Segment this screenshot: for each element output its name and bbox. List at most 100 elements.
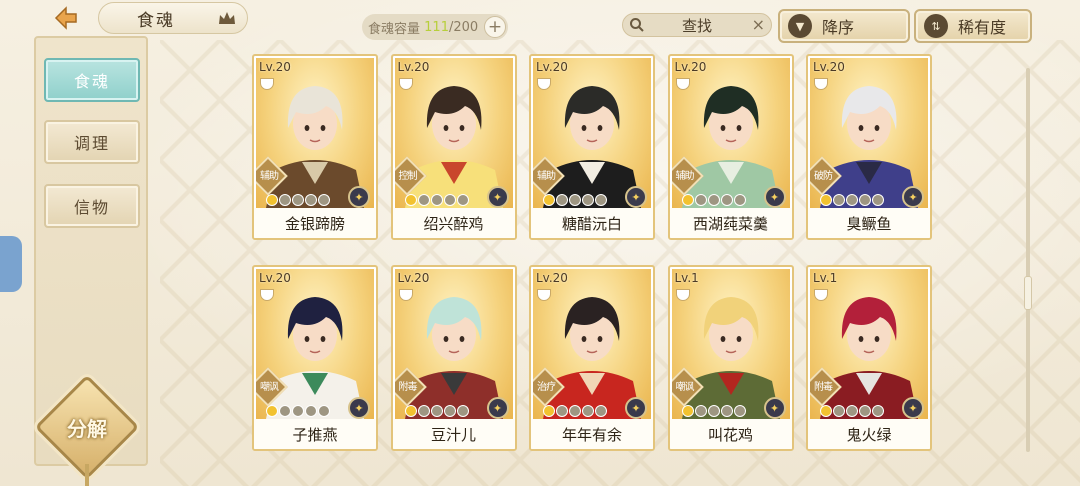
back-button[interactable] <box>48 4 84 32</box>
food-soul-card[interactable]: Lv.20 治疗 ✦ 年年有余 <box>529 265 655 451</box>
rank-stars <box>266 405 330 417</box>
element-icon: ✦ <box>625 186 647 208</box>
food-soul-card[interactable]: Lv.20 嘲讽 ✦ 子推燕 <box>252 265 378 451</box>
rank-star-icon <box>430 405 443 417</box>
level-label: Lv.20 <box>397 271 430 285</box>
level-label: Lv.20 <box>536 271 568 285</box>
rank-star-icon <box>443 405 456 417</box>
character-portrait: Lv.20 辅助 ✦ <box>256 58 374 208</box>
rank-star-icon <box>681 194 694 206</box>
element-icon: ✦ <box>902 397 924 419</box>
sort-down-icon: ▼ <box>788 14 812 38</box>
food-soul-grid: Lv.20 辅助 ✦ 金银蹄膀 Lv.20 控制 ✦ 绍兴醉鸡 Lv.20 辅助… <box>252 54 942 454</box>
food-soul-card[interactable]: Lv.20 辅助 ✦ 糖醋沅白 <box>529 54 655 240</box>
character-portrait: Lv.20 控制 ✦ <box>394 58 513 208</box>
sidebar-item-cultivate[interactable]: 调理 <box>44 120 140 164</box>
element-icon: ✦ <box>348 397 370 419</box>
rank-star-icon <box>556 405 568 417</box>
character-name: 叫花鸡 <box>669 419 792 449</box>
rank-star-icon <box>456 405 469 417</box>
sidebar-item-token[interactable]: 信物 <box>44 184 140 228</box>
rank-star-icon <box>595 405 607 417</box>
rank-stars <box>404 405 469 417</box>
page-title-tab: 食魂 <box>98 2 248 34</box>
rank-stars <box>543 194 607 206</box>
add-capacity-button[interactable]: + <box>484 16 506 38</box>
food-soul-card[interactable]: Lv.20 辅助 ✦ 西湖莼菜羹 <box>667 54 794 240</box>
level-label: Lv.1 <box>674 271 699 285</box>
rank-star-icon <box>443 194 456 206</box>
character-name: 年年有余 <box>531 419 653 449</box>
sort-swap-icon: ⇅ <box>924 14 948 38</box>
rank-star-icon <box>707 405 720 417</box>
rank-star-icon <box>872 194 884 206</box>
rank-stars <box>681 194 746 206</box>
edge-handle[interactable] <box>0 236 22 292</box>
food-soul-card[interactable]: Lv.20 辅助 ✦ 金银蹄膀 <box>252 54 378 240</box>
rank-star-icon <box>305 194 317 206</box>
food-soul-card[interactable]: Lv.1 嘲讽 ✦ 叫花鸡 <box>667 265 794 451</box>
element-icon: ✦ <box>625 397 647 419</box>
rank-star-icon <box>404 194 417 206</box>
tassel-decoration <box>85 464 89 486</box>
character-name: 金银蹄膀 <box>254 208 376 238</box>
element-icon: ✦ <box>763 397 786 419</box>
role-label: 附毒 <box>814 382 833 393</box>
rank-star-icon <box>318 405 330 417</box>
rank-star-icon <box>733 405 746 417</box>
level-label: Lv.20 <box>397 60 430 74</box>
character-name: 豆汁儿 <box>392 419 515 449</box>
rank-star-icon <box>681 405 694 417</box>
rank-star-icon <box>318 194 330 206</box>
dish-icon <box>398 78 413 90</box>
sidebar-item-food-soul[interactable]: 食魂 <box>44 58 140 102</box>
capacity-max: /200 <box>448 19 479 35</box>
rank-star-icon <box>569 194 581 206</box>
scrollbar-thumb[interactable] <box>1024 276 1032 310</box>
search-input[interactable]: 查找 × <box>622 13 772 37</box>
element-icon: ✦ <box>763 186 786 208</box>
rank-star-icon <box>582 405 594 417</box>
sort-key-label: 稀有度 <box>958 18 1007 37</box>
rank-star-icon <box>707 194 720 206</box>
rank-star-icon <box>872 405 884 417</box>
level-label: Lv.1 <box>813 271 838 285</box>
character-portrait: Lv.1 嘲讽 ✦ <box>671 269 790 419</box>
character-portrait: Lv.20 治疗 ✦ <box>533 269 651 419</box>
role-label: 附毒 <box>398 382 418 393</box>
food-soul-card[interactable]: Lv.20 破防 ✦ 臭鳜鱼 <box>806 54 932 240</box>
rank-star-icon <box>456 194 469 206</box>
character-portrait: Lv.20 嘲讽 ✦ <box>256 269 374 419</box>
rank-star-icon <box>820 194 832 206</box>
rank-star-icon <box>417 405 430 417</box>
scrollbar-track[interactable] <box>1026 68 1030 452</box>
dish-icon <box>675 78 690 90</box>
rank-star-icon <box>569 405 581 417</box>
rank-stars <box>266 194 330 206</box>
rank-star-icon <box>430 194 443 206</box>
dish-icon <box>675 289 690 301</box>
food-soul-card[interactable]: Lv.1 附毒 ✦ 鬼火绿 <box>806 265 932 451</box>
rank-star-icon <box>543 194 555 206</box>
role-label: 控制 <box>398 171 418 182</box>
food-soul-card[interactable]: Lv.20 附毒 ✦ 豆汁儿 <box>390 265 517 451</box>
character-portrait: Lv.20 破防 ✦ <box>810 58 928 208</box>
role-label: 破防 <box>814 171 833 182</box>
element-icon: ✦ <box>486 397 509 419</box>
rank-stars <box>820 194 884 206</box>
capacity-label: 食魂容量 <box>368 21 421 37</box>
character-portrait: Lv.1 附毒 ✦ <box>810 269 928 419</box>
rank-star-icon <box>859 194 871 206</box>
rank-star-icon <box>833 405 845 417</box>
rank-stars <box>681 405 746 417</box>
food-soul-card[interactable]: Lv.20 控制 ✦ 绍兴醉鸡 <box>390 54 517 240</box>
sort-key-button[interactable]: ⇅ 稀有度 <box>914 9 1032 43</box>
level-label: Lv.20 <box>536 60 568 74</box>
search-placeholder: 查找 <box>681 16 712 35</box>
role-label: 辅助 <box>675 171 695 182</box>
decompose-label: 分解 <box>67 416 107 441</box>
sort-order-button[interactable]: ▼ 降序 <box>778 9 910 43</box>
clear-search-icon[interactable]: × <box>752 15 765 34</box>
character-portrait: Lv.20 辅助 ✦ <box>533 58 651 208</box>
character-name: 臭鳜鱼 <box>808 208 930 238</box>
